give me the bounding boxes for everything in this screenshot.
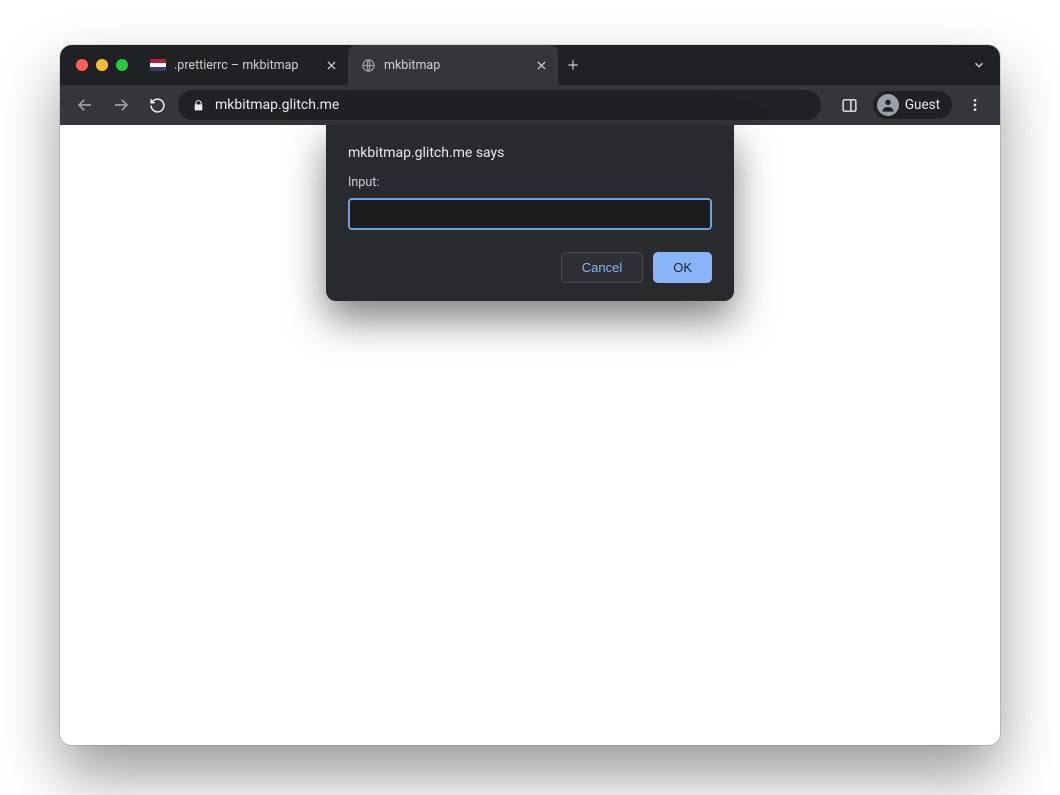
ok-button[interactable]: OK	[653, 252, 712, 283]
back-button[interactable]	[70, 90, 100, 120]
forward-button[interactable]	[106, 90, 136, 120]
minimize-window-button[interactable]	[96, 59, 108, 71]
flag-favicon-icon	[150, 57, 166, 73]
page-content: mkbitmap.glitch.me says Input: Cancel OK	[60, 125, 1000, 745]
url-text: mkbitmap.glitch.me	[215, 97, 339, 113]
tab-strip: .prettierrc – mkbitmap mkbitmap	[60, 45, 1000, 85]
profile-label: Guest	[905, 97, 940, 113]
dialog-buttons: Cancel OK	[348, 252, 712, 283]
reload-button[interactable]	[142, 90, 172, 120]
kebab-menu-button[interactable]	[960, 90, 990, 120]
close-window-button[interactable]	[76, 59, 88, 71]
close-tab-icon[interactable]	[535, 59, 548, 72]
browser-window: .prettierrc – mkbitmap mkbitmap	[60, 45, 1000, 745]
toolbar: mkbitmap.glitch.me Guest	[60, 85, 1000, 125]
dialog-origin: mkbitmap.glitch.me says	[348, 145, 712, 161]
tab-prettierrc[interactable]: .prettierrc – mkbitmap	[138, 45, 348, 85]
js-prompt-dialog: mkbitmap.glitch.me says Input: Cancel OK	[326, 125, 734, 301]
cancel-button[interactable]: Cancel	[561, 252, 643, 283]
lock-icon	[192, 99, 205, 112]
tab-mkbitmap[interactable]: mkbitmap	[348, 45, 558, 85]
tab-title: .prettierrc – mkbitmap	[174, 58, 298, 73]
close-tab-icon[interactable]	[325, 59, 338, 72]
side-panel-button[interactable]	[835, 90, 865, 120]
tab-title: mkbitmap	[384, 58, 440, 73]
window-controls	[70, 45, 138, 85]
person-icon	[877, 94, 899, 116]
toolbar-right: Guest	[827, 90, 990, 120]
dialog-input[interactable]	[348, 198, 712, 230]
new-tab-button[interactable]	[558, 45, 588, 85]
window-menu-button[interactable]	[958, 45, 1000, 85]
globe-favicon-icon	[360, 57, 376, 73]
address-bar[interactable]: mkbitmap.glitch.me	[178, 90, 821, 120]
profile-button[interactable]: Guest	[873, 91, 952, 119]
maximize-window-button[interactable]	[116, 59, 128, 71]
dialog-prompt-label: Input:	[348, 175, 712, 190]
